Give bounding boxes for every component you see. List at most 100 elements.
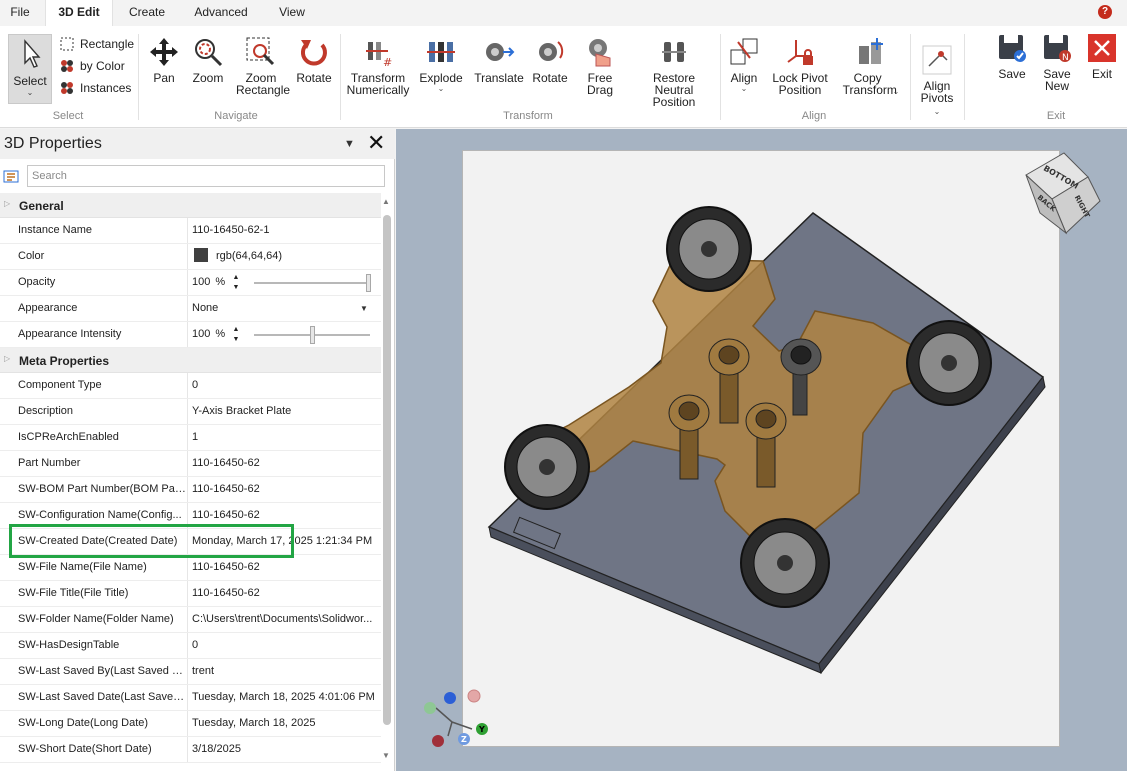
close-x-icon xyxy=(1088,34,1116,62)
wheel[interactable] xyxy=(740,518,830,608)
property-value[interactable]: Tuesday, March 18, 2025 4:01:06 PM xyxy=(187,685,379,710)
properties-panel: 3D Properties ▼ ✕ ▷ General Instance Nam… xyxy=(0,129,395,771)
save-new-button[interactable]: N Save New xyxy=(1036,32,1078,92)
property-name: SW-Folder Name(Folder Name) xyxy=(18,613,174,625)
model-canvas[interactable] xyxy=(462,150,1060,747)
categorize-sort-icon[interactable] xyxy=(3,168,19,184)
cursor-arrow-icon xyxy=(24,39,41,68)
lock-pivot-position-button[interactable]: Lock Pivot Position xyxy=(770,36,830,96)
property-value[interactable]: 110-16450-62 xyxy=(187,555,379,580)
intensity-slider-thumb[interactable] xyxy=(310,326,315,344)
category-meta-properties[interactable]: ▷ Meta Properties xyxy=(0,348,381,373)
search-input[interactable] xyxy=(27,165,385,187)
opacity-value[interactable]: 100 xyxy=(192,276,210,288)
opacity-spinner[interactable]: ▲ ▼ xyxy=(230,273,242,293)
model-render xyxy=(487,206,1046,675)
scroll-up-arrow-icon[interactable]: ▲ xyxy=(382,197,390,206)
select-button[interactable]: Select ⌄ xyxy=(8,34,52,104)
instance-name-value[interactable]: 110-16450-62-1 xyxy=(187,218,379,243)
chevron-down-icon: ⌄ xyxy=(740,84,748,93)
restore-neutral-position-button[interactable]: Restore Neutral Position xyxy=(634,36,714,108)
opacity-slider-track[interactable] xyxy=(254,282,370,284)
category-general[interactable]: ▷ General xyxy=(0,193,381,218)
align-button[interactable]: Align ⌄ xyxy=(726,36,762,93)
tab-advanced[interactable]: Advanced xyxy=(188,0,254,26)
property-value[interactable]: Y-Axis Bracket Plate xyxy=(187,399,379,424)
color-value: rgb(64,64,64) xyxy=(216,250,283,262)
restore-position-icon xyxy=(662,42,686,62)
appearance-select[interactable]: None ▼ xyxy=(187,296,379,321)
wheel[interactable] xyxy=(906,320,992,406)
tab-create[interactable]: Create xyxy=(120,0,174,26)
property-value[interactable]: Monday, March 17, 2025 1:21:34 PM xyxy=(187,529,379,554)
property-value[interactable]: 1 xyxy=(187,425,379,450)
color-swatch[interactable] xyxy=(194,248,208,262)
property-value[interactable]: 110-16450-62 xyxy=(187,477,379,502)
property-name: SW-Long Date(Long Date) xyxy=(18,717,149,729)
triad-node xyxy=(424,702,436,714)
meta-properties-list: Component Type 0 Description Y-Axis Bracket… xyxy=(0,373,381,763)
panel-title: 3D Properties xyxy=(4,135,102,152)
scrollbar-thumb[interactable] xyxy=(383,215,391,725)
save-button[interactable]: Save xyxy=(992,32,1032,80)
chevron-down-icon: ⌄ xyxy=(933,107,941,116)
zoom-button[interactable]: Zoom xyxy=(190,36,226,84)
panel-menu-dropdown-icon[interactable]: ▼ xyxy=(344,138,355,150)
rotate-part-button[interactable]: Rotate xyxy=(530,36,570,84)
panel-scrollbar[interactable]: ▲ ▼ xyxy=(381,193,393,771)
category-label: General xyxy=(19,199,64,213)
opacity-slider-thumb[interactable] xyxy=(366,274,371,292)
wheel[interactable] xyxy=(504,424,590,510)
transform-numerically-button[interactable]: # Transform Numerically xyxy=(346,36,410,96)
svg-text:N: N xyxy=(1062,53,1069,63)
menu-tab-bar: File 3D Edit Create Advanced View ? xyxy=(0,0,1127,26)
zoom-rectangle-label: Zoom Rectangle xyxy=(236,71,291,97)
scroll-down-arrow-icon[interactable]: ▼ xyxy=(382,751,390,760)
tab-file[interactable]: File xyxy=(0,0,40,26)
exit-button[interactable]: Exit xyxy=(1084,32,1120,80)
explode-button[interactable]: Explode ⌄ xyxy=(418,36,464,93)
dropdown-arrow-icon[interactable]: ▼ xyxy=(360,296,368,321)
select-by-color-option[interactable]: by Color xyxy=(60,56,125,76)
property-value[interactable]: Tuesday, March 18, 2025 xyxy=(187,711,379,736)
property-value[interactable]: trent xyxy=(187,659,379,684)
select-instances-option[interactable]: Instances xyxy=(60,78,131,98)
pan-button[interactable]: Pan xyxy=(146,36,182,84)
ribbon-separator xyxy=(138,34,139,120)
zoom-rectangle-button[interactable]: Zoom Rectangle xyxy=(236,36,291,97)
translate-button[interactable]: Translate xyxy=(474,36,524,84)
tab-3d-edit[interactable]: 3D Edit xyxy=(45,0,113,26)
rotate-view-button[interactable]: Rotate xyxy=(296,36,332,84)
percent-sign: % xyxy=(215,328,226,340)
chevron-down-icon: ⌄ xyxy=(437,84,445,93)
color-value-cell[interactable]: rgb(64,64,64) xyxy=(187,244,379,269)
wheel[interactable] xyxy=(666,206,752,292)
property-value[interactable]: 110-16450-62 xyxy=(187,581,379,606)
property-row: SW-HasDesignTable 0 xyxy=(0,633,381,659)
ribbon-separator xyxy=(720,34,721,120)
expand-triangle-icon[interactable]: ▷ xyxy=(4,354,10,363)
panel-header: 3D Properties ▼ ✕ xyxy=(0,129,395,159)
copy-transform-button[interactable]: Copy Transform⌄ xyxy=(838,36,904,98)
expand-triangle-icon[interactable]: ▷ xyxy=(4,199,10,208)
property-value[interactable]: 110-16450-62 xyxy=(187,451,379,476)
help-icon[interactable]: ? xyxy=(1098,5,1112,19)
select-instances-label: Instances xyxy=(80,81,132,95)
view-cube[interactable]: BOTTOM RIGHT BACK xyxy=(1018,147,1108,237)
property-value[interactable]: 3/18/2025 xyxy=(187,737,379,762)
panel-close-icon[interactable]: ✕ xyxy=(367,131,385,155)
property-row: Component Type 0 xyxy=(0,373,381,399)
property-value[interactable]: 0 xyxy=(187,373,379,398)
tab-view[interactable]: View xyxy=(270,0,314,26)
intensity-value[interactable]: 100 xyxy=(192,328,210,340)
axis-triad[interactable]: Y Z xyxy=(408,684,488,754)
free-drag-button[interactable]: Free Drag xyxy=(580,36,620,96)
intensity-spinner[interactable]: ▲ ▼ xyxy=(230,325,242,345)
save-disk-icon xyxy=(999,35,1026,62)
3d-viewport[interactable]: BOTTOM RIGHT BACK Y Z xyxy=(396,129,1127,771)
align-pivots-button[interactable]: Align Pivots ⌄ xyxy=(914,44,960,118)
property-value[interactable]: C:\Users\trent\Documents\Solidwor... xyxy=(187,607,379,632)
select-rectangle-option[interactable]: Rectangle xyxy=(60,34,134,54)
property-value[interactable]: 110-16450-62 xyxy=(187,503,379,528)
property-value[interactable]: 0 xyxy=(187,633,379,658)
